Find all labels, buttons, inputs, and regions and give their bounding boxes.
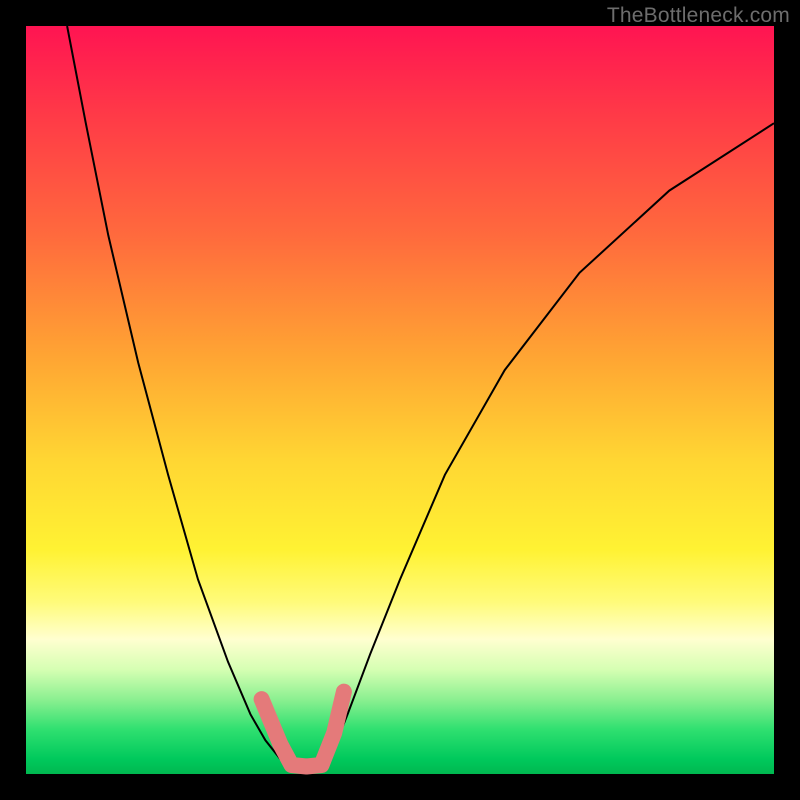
chart-svg [26, 26, 774, 774]
highlight-bottom [262, 692, 344, 767]
watermark-text: TheBottleneck.com [607, 4, 790, 28]
curve-right-branch [322, 123, 775, 769]
plot-area [26, 26, 774, 774]
curve-left-branch [67, 26, 291, 769]
